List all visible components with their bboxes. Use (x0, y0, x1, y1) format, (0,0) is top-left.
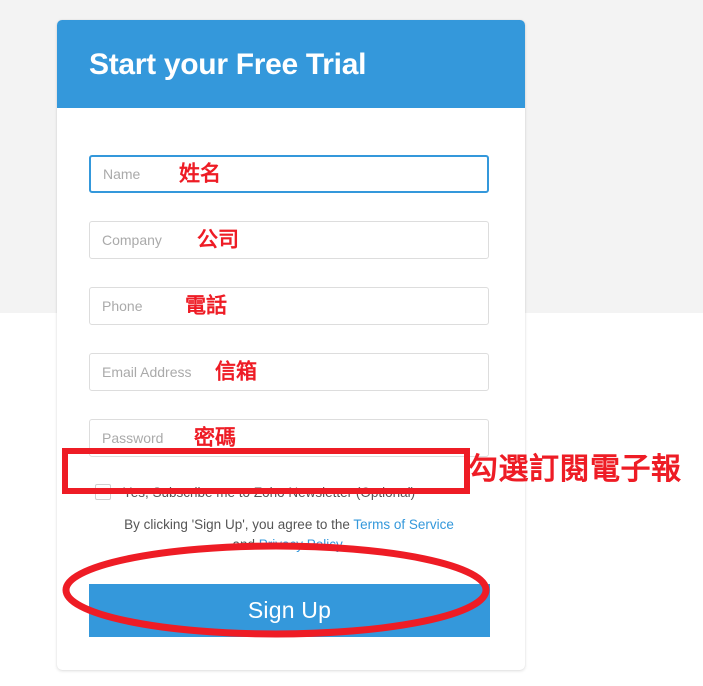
field-row-phone: 電話 (89, 287, 489, 325)
terms-suffix: . (341, 537, 346, 552)
newsletter-checkbox[interactable] (95, 484, 111, 500)
terms-prefix: By clicking 'Sign Up', you agree to the (124, 517, 354, 532)
field-row-password: 密碼 (89, 419, 489, 457)
password-input[interactable] (89, 419, 489, 457)
field-row-company: 公司 (89, 221, 489, 259)
field-row-email: 信箱 (89, 353, 489, 391)
company-input[interactable] (89, 221, 489, 259)
newsletter-label: Yes, Subscribe me to Zoho Newsletter (Op… (123, 484, 416, 500)
terms-and: and (232, 537, 259, 552)
card-header: Start your Free Trial (57, 20, 525, 108)
signup-card: Start your Free Trial 姓名 公司 電話 信箱 密碼 Yes… (57, 20, 525, 670)
terms-of-service-link[interactable]: Terms of Service (353, 517, 454, 532)
email-input[interactable] (89, 353, 489, 391)
field-row-name: 姓名 (89, 155, 489, 193)
newsletter-row[interactable]: Yes, Subscribe me to Zoho Newsletter (Op… (89, 477, 489, 507)
page-title: Start your Free Trial (89, 48, 367, 81)
terms-text: By clicking 'Sign Up', you agree to the … (89, 515, 489, 555)
privacy-policy-link[interactable]: Privacy Policy (259, 537, 342, 552)
phone-input[interactable] (89, 287, 489, 325)
sign-up-button[interactable]: Sign Up (89, 584, 490, 637)
name-input[interactable] (89, 155, 489, 193)
